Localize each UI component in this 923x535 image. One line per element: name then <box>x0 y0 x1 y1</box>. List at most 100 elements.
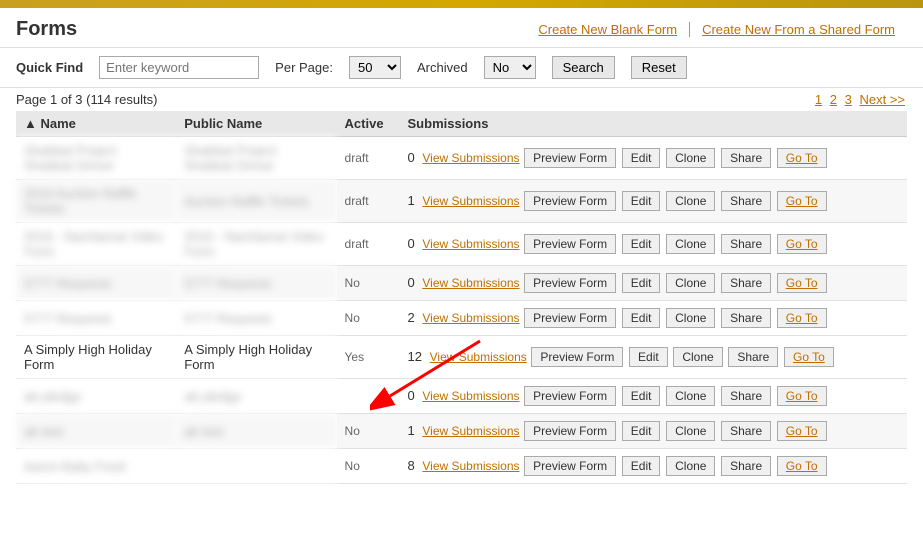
clone-btn[interactable]: Clone <box>666 456 715 476</box>
col-submissions: Submissions <box>400 111 907 137</box>
share-btn[interactable]: Share <box>721 308 771 328</box>
header-links: Create New Blank Form Create New From a … <box>526 22 907 37</box>
pagination-links: 1 2 3 Next >> <box>813 92 907 107</box>
preview-form-btn[interactable]: Preview Form <box>524 273 616 293</box>
per-page-label: Per Page: <box>275 60 333 75</box>
edit-btn[interactable]: Edit <box>622 456 661 476</box>
goto-btn[interactable]: Go To <box>777 191 827 211</box>
preview-form-btn[interactable]: Preview Form <box>524 308 616 328</box>
share-btn[interactable]: Share <box>721 148 771 168</box>
cell-active: Yes <box>337 336 400 379</box>
goto-btn[interactable]: Go To <box>777 421 827 441</box>
goto-btn[interactable]: Go To <box>777 386 827 406</box>
cell-actions: 0 View Submissions Preview Form Edit Clo… <box>400 266 907 301</box>
col-active: Active <box>337 111 400 137</box>
cell-public-name: A Simply High Holiday Form <box>176 336 336 379</box>
cell-actions: 1 View Submissions Preview Form Edit Clo… <box>400 414 907 449</box>
table-row: 2016 - Nachlamat Video Form 2016 - Nachl… <box>16 223 907 266</box>
share-btn[interactable]: Share <box>721 191 771 211</box>
clone-btn[interactable]: Clone <box>666 308 715 328</box>
clone-btn[interactable]: Clone <box>673 347 722 367</box>
edit-btn[interactable]: Edit <box>622 234 661 254</box>
goto-btn[interactable]: Go To <box>784 347 834 367</box>
preview-form-btn[interactable]: Preview Form <box>524 148 616 168</box>
view-submissions-btn[interactable]: View Submissions <box>422 237 519 251</box>
cell-public-name: Auction Raffle Tickets <box>176 180 336 223</box>
edit-btn[interactable]: Edit <box>622 148 661 168</box>
next-page-link[interactable]: Next >> <box>859 92 905 107</box>
view-submissions-btn[interactable]: View Submissions <box>422 151 519 165</box>
cell-name: 5777 Requests <box>16 266 176 301</box>
view-submissions-btn[interactable]: View Submissions <box>422 389 519 403</box>
preview-form-btn[interactable]: Preview Form <box>524 191 616 211</box>
edit-btn[interactable]: Edit <box>622 191 661 211</box>
edit-btn[interactable]: Edit <box>629 347 668 367</box>
cell-public-name: 5777 Requests <box>176 266 336 301</box>
cell-active: draft <box>337 137 400 180</box>
preview-form-btn[interactable]: Preview Form <box>531 347 623 367</box>
goto-btn[interactable]: Go To <box>777 456 827 476</box>
cell-actions: 0 View Submissions Preview Form Edit Clo… <box>400 379 907 414</box>
goto-btn[interactable]: Go To <box>777 308 827 328</box>
view-submissions-btn[interactable]: View Submissions <box>422 459 519 473</box>
share-btn[interactable]: Share <box>721 421 771 441</box>
table-row: ab test ab test No 1 View Submissions Pr… <box>16 414 907 449</box>
view-submissions-btn[interactable]: View Submissions <box>422 194 519 208</box>
view-submissions-btn[interactable]: View Submissions <box>422 311 519 325</box>
share-btn[interactable]: Share <box>721 456 771 476</box>
clone-btn[interactable]: Clone <box>666 191 715 211</box>
edit-btn[interactable]: Edit <box>622 308 661 328</box>
clone-btn[interactable]: Clone <box>666 273 715 293</box>
table-row: Shabbat Project Shabbat Dinner Shabbat P… <box>16 137 907 180</box>
goto-btn[interactable]: Go To <box>777 273 827 293</box>
preview-form-btn[interactable]: Preview Form <box>524 386 616 406</box>
view-submissions-btn[interactable]: View Submissions <box>422 276 519 290</box>
clone-btn[interactable]: Clone <box>666 148 715 168</box>
view-submissions-btn[interactable]: View Submissions <box>422 424 519 438</box>
pagination-bar: Page 1 of 3 (114 results) 1 2 3 Next >> <box>0 88 923 111</box>
per-page-select[interactable]: 50 25 100 <box>349 56 401 79</box>
search-button[interactable]: Search <box>552 56 615 79</box>
cell-name: 2016 Auction Raffle Tickets <box>16 180 176 223</box>
page-2-link[interactable]: 2 <box>830 92 837 107</box>
goto-btn[interactable]: Go To <box>777 234 827 254</box>
quick-find-label: Quick Find <box>16 60 83 75</box>
share-btn[interactable]: Share <box>721 234 771 254</box>
create-blank-form-link[interactable]: Create New Blank Form <box>526 22 690 37</box>
share-btn[interactable]: Share <box>721 273 771 293</box>
page-3-link[interactable]: 3 <box>845 92 852 107</box>
view-submissions-btn[interactable]: View Submissions <box>430 350 527 364</box>
forms-table: ▲ Name Public Name Active Submissions Sh… <box>16 111 907 484</box>
cell-active: No <box>337 301 400 336</box>
cell-actions: 0 View Submissions Preview Form Edit Clo… <box>400 137 907 180</box>
pagination-info: Page 1 of 3 (114 results) <box>16 92 157 107</box>
table-row: A Simply High Holiday Form A Simply High… <box>16 336 907 379</box>
goto-btn[interactable]: Go To <box>777 148 827 168</box>
header: Forms Create New Blank Form Create New F… <box>0 8 923 48</box>
share-btn[interactable]: Share <box>728 347 778 367</box>
page-1-link[interactable]: 1 <box>815 92 822 107</box>
preview-form-btn[interactable]: Preview Form <box>524 421 616 441</box>
edit-btn[interactable]: Edit <box>622 421 661 441</box>
cell-public-name <box>176 449 336 484</box>
preview-form-btn[interactable]: Preview Form <box>524 456 616 476</box>
col-name[interactable]: ▲ Name <box>16 111 176 137</box>
cell-name: A Simply High Holiday Form <box>16 336 176 379</box>
cell-actions: 1 View Submissions Preview Form Edit Clo… <box>400 180 907 223</box>
clone-btn[interactable]: Clone <box>666 234 715 254</box>
share-btn[interactable]: Share <box>721 386 771 406</box>
table-row: 2016 Auction Raffle Tickets Auction Raff… <box>16 180 907 223</box>
preview-form-btn[interactable]: Preview Form <box>524 234 616 254</box>
reset-button[interactable]: Reset <box>631 56 687 79</box>
clone-btn[interactable]: Clone <box>666 386 715 406</box>
edit-btn[interactable]: Edit <box>622 386 661 406</box>
cell-public-name: ab test <box>176 414 336 449</box>
edit-btn[interactable]: Edit <box>622 273 661 293</box>
clone-btn[interactable]: Clone <box>666 421 715 441</box>
archived-select[interactable]: No Yes <box>484 56 536 79</box>
create-from-shared-link[interactable]: Create New From a Shared Form <box>690 22 907 37</box>
table-row: ab pledge ab pledge 0 View Submissions P… <box>16 379 907 414</box>
quick-find-input[interactable] <box>99 56 259 79</box>
cell-actions: 12 View Submissions Preview Form Edit Cl… <box>400 336 907 379</box>
cell-active: No <box>337 414 400 449</box>
